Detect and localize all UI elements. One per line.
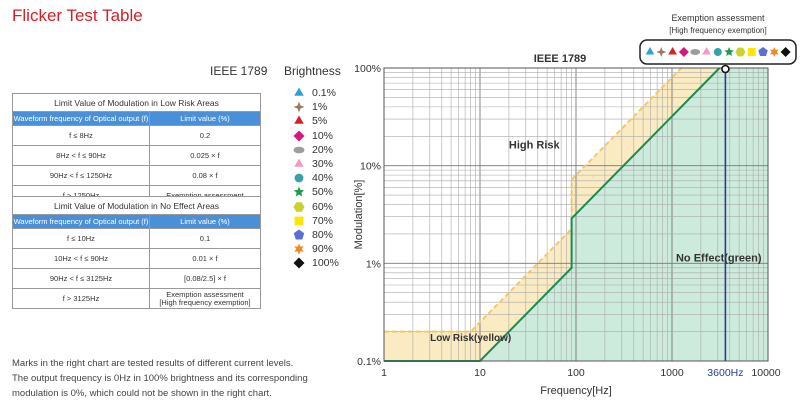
measured-point xyxy=(721,64,730,74)
flicker-chart: IEEE 1789 0.1% 1% 10% 100% 1 10 100 1000 3600Hz 10… xyxy=(353,13,797,397)
x-tick-label: 10000 xyxy=(751,367,780,379)
x-tick-label: 3600Hz xyxy=(707,367,743,379)
x-tick-label: 10 xyxy=(474,367,486,379)
x-axis-label: Frequency[Hz] xyxy=(540,385,612,397)
callout-subtitle: [High frequency exemption] xyxy=(669,26,766,35)
y-tick-label: 0.1% xyxy=(357,356,381,368)
x-tick-label: 1 xyxy=(381,367,387,379)
region-annotation: No Effect(green) xyxy=(676,252,762,264)
y-tick-label: 1% xyxy=(366,258,381,270)
region-annotation: Low Risk(yellow) xyxy=(430,333,511,344)
callout-marker xyxy=(713,48,722,56)
chart-title: IEEE 1789 xyxy=(534,53,587,65)
y-tick-label: 100% xyxy=(354,63,381,75)
callout-marker xyxy=(690,49,701,55)
region-annotation: High Risk xyxy=(509,139,561,151)
y-tick-label: 10% xyxy=(360,161,381,173)
callout-title: Exemption assessment xyxy=(671,13,765,23)
x-tick-label: 1000 xyxy=(660,367,684,379)
callout-marker xyxy=(747,48,756,56)
y-axis-label: Modulation[%] xyxy=(353,180,365,250)
x-tick-label: 100 xyxy=(567,367,585,379)
